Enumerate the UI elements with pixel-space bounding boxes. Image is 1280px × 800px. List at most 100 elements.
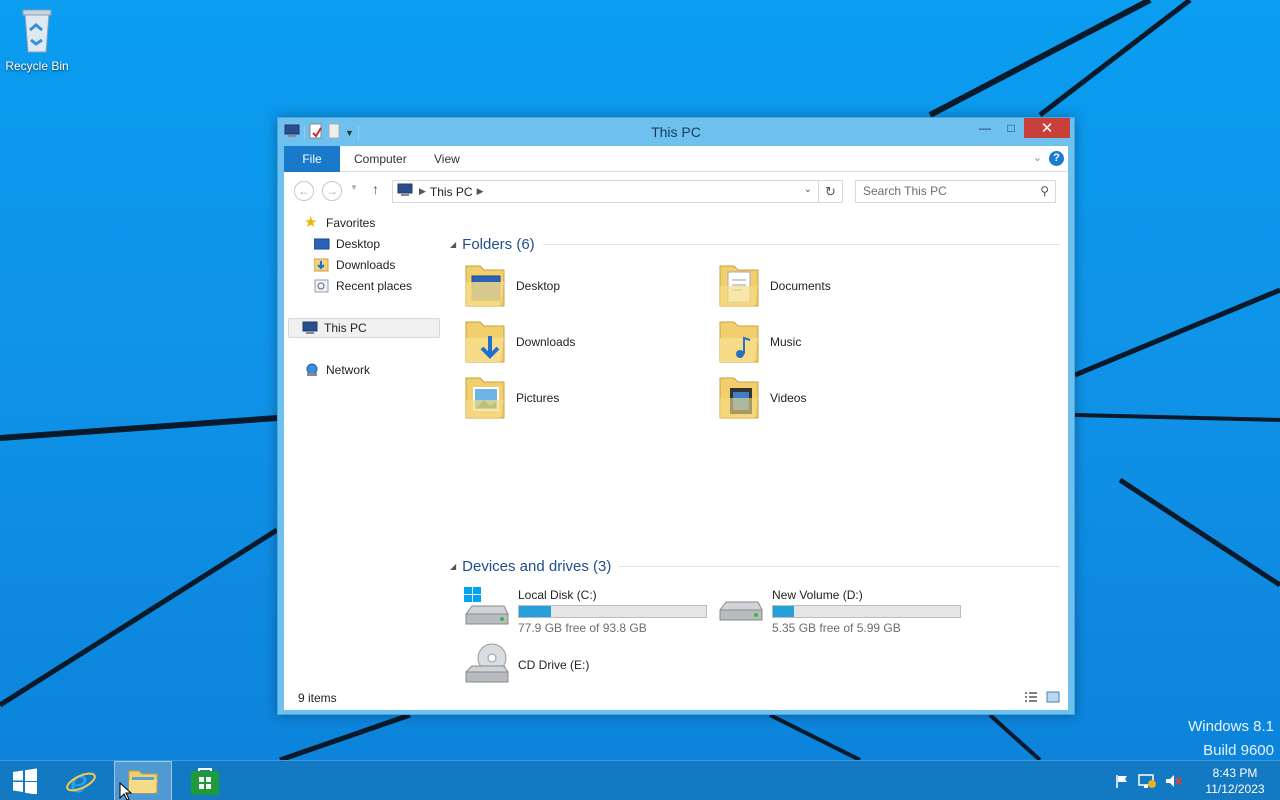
drive-c-usage-fill [519,606,551,617]
clock-time: 8:43 PM [1212,766,1258,780]
folder-documents-label: Documents [770,279,831,293]
folder-downloads[interactable]: Downloads [464,318,575,366]
nav-this-pc[interactable]: This PC [288,318,440,338]
window-title: This PC [651,124,701,140]
minimize-button[interactable]: — [972,118,998,138]
folder-desktop-label: Desktop [516,279,561,293]
documents-folder-icon [719,265,759,307]
folder-documents[interactable]: Documents [718,262,831,310]
back-button[interactable]: ← [294,181,314,201]
folder-pictures-label: Pictures [516,391,560,405]
recycle-bin-icon [22,9,52,53]
action-center-flag-icon[interactable] [1114,773,1130,789]
folder-music-label: Music [770,335,802,349]
network-icon [304,363,320,377]
speaker-muted-icon[interactable] [1164,773,1182,789]
drives-group-header[interactable]: ◢ Devices and drives (3) [450,558,1060,575]
title-bar[interactable]: ▼ This PC — □ ✕ [278,118,1074,146]
computer-icon [397,183,413,200]
folder-videos[interactable]: Videos [718,374,806,422]
collapse-icon[interactable]: ◢ [450,562,456,571]
search-input[interactable]: Search This PC ⚲ [855,180,1056,203]
drive-e[interactable]: CD Drive (E:) [462,642,589,688]
drive-e-name: CD Drive (E:) [518,658,590,672]
nav-this-pc-label: This PC [324,321,367,335]
clock[interactable]: 8:43 PM 11/12/2023 [1190,765,1280,797]
large-icons-view-icon[interactable] [1046,691,1060,703]
breadcrumb-arrow-icon[interactable]: ▶ [419,186,426,197]
desktop-folder-icon [465,265,505,307]
store-icon [191,768,219,795]
nav-recent-places[interactable]: Recent places [314,276,412,296]
nav-downloads[interactable]: Downloads [313,255,396,275]
nav-network[interactable]: Network [304,360,370,380]
drives-group-title: Devices and drives (3) [462,558,612,575]
clock-date: 11/12/2023 [1205,782,1265,796]
refresh-button[interactable]: ↻ [818,181,842,202]
window-body: File Computer View ⌄ ? ← → ▼ ↑ ▶ This PC… [284,146,1068,710]
up-button[interactable]: ↑ [372,181,379,197]
taskbar: e 8:43 PM 11/12/2023 [0,760,1280,800]
local-disk-icon [464,587,509,625]
videos-folder-icon [719,377,759,419]
breadcrumb-arrow-icon[interactable]: ▶ [477,186,484,197]
windows-watermark: Windows 8.1 Build 9600 [1188,715,1274,763]
taskbar-store[interactable] [176,761,234,800]
folder-desktop[interactable]: Desktop [464,262,560,310]
address-bar[interactable]: ▶ This PC ▶ ⌄ ↻ [392,180,843,203]
drive-c-usage-bar [518,605,707,618]
maximize-button[interactable]: □ [998,118,1024,138]
status-bar: 9 items [284,686,1068,710]
internet-explorer-icon: e [66,765,96,797]
new-volume-icon [719,601,763,621]
nav-downloads-label: Downloads [336,258,396,272]
folders-group-header[interactable]: ◢ Folders (6) [450,236,1060,253]
folder-music[interactable]: Music [718,318,801,366]
taskbar-internet-explorer[interactable]: e [52,761,110,800]
nav-favorites[interactable]: ★ Favorites [304,213,375,233]
cd-drive-icon [465,643,509,683]
folder-pictures[interactable]: Pictures [464,374,559,422]
recycle-bin[interactable]: Recycle Bin [4,6,70,73]
pictures-folder-icon [465,377,505,419]
drive-d-free: 5.35 GB free of 5.99 GB [772,621,901,635]
start-button[interactable] [0,761,50,800]
expand-ribbon-icon[interactable]: ⌄ [1033,151,1042,164]
folder-videos-label: Videos [770,391,807,405]
drive-c-free: 77.9 GB free of 93.8 GB [518,621,647,635]
collapse-icon[interactable]: ◢ [450,240,456,249]
explorer-window: ▼ This PC — □ ✕ File Computer View ⌄ ? ←… [277,117,1075,715]
music-folder-icon [719,321,759,363]
details-view-icon[interactable] [1024,691,1038,703]
help-icon[interactable]: ? [1049,151,1064,166]
drive-c[interactable]: Local Disk (C:) 77.9 GB free of 93.8 GB [462,586,707,635]
mouse-cursor [119,781,133,800]
recent-places-icon [314,279,330,293]
close-button[interactable]: ✕ [1024,118,1070,138]
recent-locations-icon[interactable]: ▼ [350,183,358,192]
downloads-folder-icon [465,321,505,363]
nav-favorites-label: Favorites [326,216,376,230]
drive-c-name: Local Disk (C:) [518,588,597,602]
drive-d[interactable]: New Volume (D:) 5.35 GB free of 5.99 GB [716,586,961,635]
address-dropdown-icon[interactable]: ⌄ [804,184,812,195]
tab-computer[interactable]: Computer [342,146,419,172]
nav-desktop[interactable]: Desktop [313,234,381,254]
computer-icon [302,321,318,335]
ribbon-tabs: File Computer View ⌄ ? [284,146,1068,172]
tab-view[interactable]: View [422,146,472,172]
search-icon[interactable]: ⚲ [1040,181,1049,202]
nav-recent-places-label: Recent places [336,279,413,293]
nav-desktop-label: Desktop [336,237,381,251]
window-controls: — □ ✕ [972,118,1070,138]
drive-d-usage-bar [772,605,961,618]
star-icon: ★ [304,214,318,231]
system-tray: 8:43 PM 11/12/2023 [1114,761,1280,800]
content-pane: ◢ Folders (6) Desktop Documents Download… [444,206,1068,686]
forward-button[interactable]: → [322,181,342,201]
nav-network-label: Network [326,363,371,377]
breadcrumb-this-pc[interactable]: This PC [430,185,473,199]
tab-file[interactable]: File [284,146,340,172]
watermark-version: Windows 8.1 [1188,718,1274,735]
network-status-icon[interactable] [1138,773,1156,789]
